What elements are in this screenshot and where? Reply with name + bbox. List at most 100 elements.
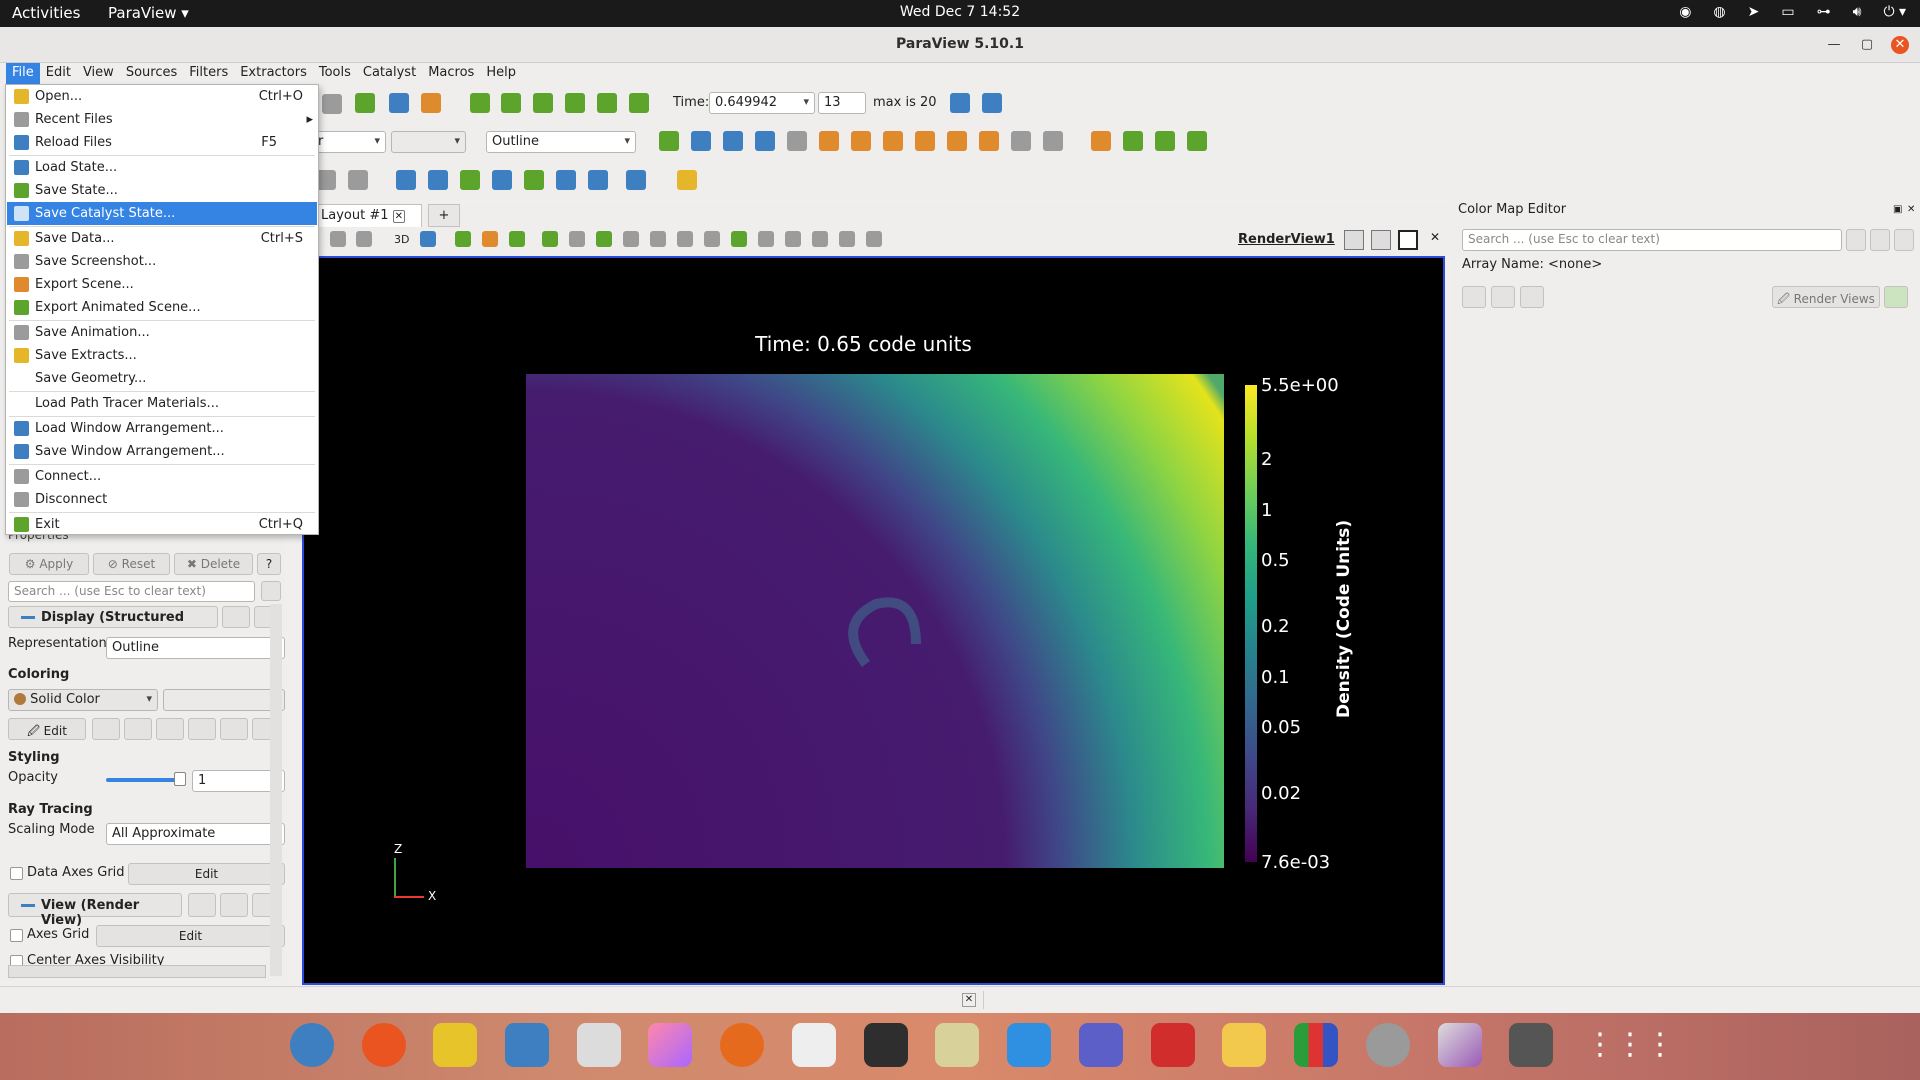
menu-item-save-state[interactable]: Save State...	[7, 179, 317, 202]
toggle-3d-button[interactable]: 3D	[394, 233, 409, 246]
coloring-combo[interactable]: Solid Color	[8, 689, 158, 711]
document-viewer-icon[interactable]	[792, 1023, 836, 1067]
remote-desktop-icon[interactable]	[1438, 1023, 1482, 1067]
copy-icon[interactable]	[188, 893, 216, 917]
settings-icon[interactable]	[1366, 1023, 1410, 1067]
maximize-button[interactable]: ▢	[1858, 36, 1876, 54]
rescale-icon[interactable]	[1491, 286, 1515, 308]
rescale-custom-icon[interactable]	[124, 718, 152, 740]
select-cells-icon[interactable]	[482, 231, 498, 247]
component-combo[interactable]	[391, 131, 466, 153]
close-tab-icon[interactable]: ✕	[392, 210, 406, 223]
edit-colormap-button[interactable]: 🖉 Edit	[8, 718, 86, 740]
extract-selection-icon[interactable]	[731, 231, 747, 247]
set-view-minus-y-icon[interactable]	[915, 131, 935, 151]
gear-icon[interactable]	[1846, 229, 1866, 251]
split-horizontal-icon[interactable]	[1344, 230, 1364, 250]
close-progress-icon[interactable]: ✕	[962, 993, 976, 1007]
terminal-icon[interactable]	[864, 1023, 908, 1067]
help-icon[interactable]	[362, 1023, 406, 1067]
xmind-icon[interactable]	[1151, 1023, 1195, 1067]
color-by-combo[interactable]: r	[312, 131, 386, 153]
python-icon[interactable]	[626, 170, 646, 190]
menu-item-save-window-arrangement[interactable]: Save Window Arrangement...	[7, 440, 317, 463]
help-button[interactable]: ?	[257, 553, 281, 575]
restore-icon[interactable]	[1894, 229, 1914, 251]
rescale-visible-icon[interactable]	[156, 718, 184, 740]
apply-button[interactable]: ⚙ Apply	[9, 553, 89, 575]
chat-tray-icon[interactable]: ◍	[1713, 4, 1725, 20]
select-block-icon[interactable]	[569, 231, 585, 247]
menu-item-connect[interactable]: Connect...	[7, 465, 317, 488]
preset-icon[interactable]	[220, 718, 248, 740]
previous-frame-icon[interactable]	[501, 93, 521, 113]
menu-item-save-extracts[interactable]: Save Extracts...	[7, 344, 317, 367]
writer-icon[interactable]	[505, 1023, 549, 1067]
first-frame-icon[interactable]	[470, 93, 490, 113]
screenshot-tool-icon[interactable]	[1509, 1023, 1553, 1067]
vertical-scrollbar[interactable]	[270, 604, 282, 976]
stream-tracer-icon[interactable]	[524, 170, 544, 190]
data-axes-grid-checkbox[interactable]	[10, 867, 23, 880]
teams-icon[interactable]	[1079, 1023, 1123, 1067]
menu-file[interactable]: File	[6, 63, 40, 84]
screen-icon[interactable]: ▭	[1781, 4, 1794, 20]
gear-icon[interactable]	[261, 581, 281, 601]
last-frame-icon[interactable]	[597, 93, 617, 113]
find-data-icon[interactable]	[785, 231, 801, 247]
thunderbird-icon[interactable]	[290, 1023, 334, 1067]
minimize-button[interactable]: —	[1825, 36, 1843, 54]
plot-icon[interactable]	[396, 170, 416, 190]
select-points-icon[interactable]	[455, 231, 471, 247]
reset-center-icon[interactable]	[1155, 131, 1175, 151]
representation-combo[interactable]: Outline	[486, 131, 636, 153]
menu-item-reload-files[interactable]: Reload Files F5	[7, 131, 317, 154]
paste-icon[interactable]	[220, 893, 248, 917]
send-tray-icon[interactable]: ➤	[1748, 4, 1760, 20]
glyph-icon[interactable]	[492, 170, 512, 190]
histogram-icon[interactable]	[460, 170, 480, 190]
menu-sources[interactable]: Sources	[120, 63, 183, 84]
menu-item-save-geometry[interactable]: Save Geometry...	[7, 367, 317, 390]
menu-item-disconnect[interactable]: Disconnect	[7, 488, 317, 511]
menu-item-exit[interactable]: Exit Ctrl+Q	[7, 513, 317, 536]
coloring-component-combo[interactable]	[163, 689, 285, 711]
camera-zoom-icon[interactable]	[420, 231, 436, 247]
display-section-header[interactable]: Display (Structured	[8, 606, 218, 628]
reset-camera-icon[interactable]	[659, 131, 679, 151]
redo-icon[interactable]	[322, 94, 342, 114]
hover-points-icon[interactable]	[623, 231, 639, 247]
group-icon[interactable]	[588, 170, 608, 190]
close-view-icon[interactable]: ✕	[1425, 230, 1445, 250]
clock[interactable]: Wed Dec 7 14:52	[0, 4, 1920, 20]
paraview-icon[interactable]	[1294, 1023, 1338, 1067]
pick-center-icon[interactable]	[1123, 131, 1143, 151]
time-value-combo[interactable]: 0.649942	[709, 92, 815, 114]
zoom-to-data-icon[interactable]	[691, 131, 711, 151]
play-icon[interactable]	[533, 93, 553, 113]
plot-selection-icon[interactable]	[758, 231, 774, 247]
timestep-spinbox[interactable]: 13	[818, 92, 866, 114]
files-icon[interactable]	[935, 1023, 979, 1067]
grow-selection-icon[interactable]	[677, 231, 693, 247]
zoom-to-box-icon[interactable]	[723, 131, 743, 151]
menu-item-load-window-arrangement[interactable]: Load Window Arrangement...	[7, 417, 317, 440]
save-icon[interactable]	[1870, 229, 1890, 251]
menu-item-save-screenshot[interactable]: Save Screenshot...	[7, 250, 317, 273]
maximize-view-icon[interactable]	[1398, 230, 1418, 250]
tab-layout-1[interactable]: Layout #1 ✕	[314, 204, 422, 227]
menu-item-save-data[interactable]: Save Data... Ctrl+S	[7, 227, 317, 250]
volume-icon[interactable]: 🔊︎	[1853, 4, 1862, 20]
copy-icon[interactable]	[222, 606, 250, 628]
set-view-plus-z-icon[interactable]	[947, 131, 967, 151]
camera-undo-icon[interactable]	[330, 231, 346, 247]
menu-item-save-animation[interactable]: Save Animation...	[7, 321, 317, 344]
text-editor-icon[interactable]	[1222, 1023, 1266, 1067]
show-center-icon[interactable]	[1187, 131, 1207, 151]
contour-icon[interactable]	[348, 170, 368, 190]
menu-extractors[interactable]: Extractors	[234, 63, 313, 84]
rotate-plus-90-icon[interactable]	[1011, 131, 1031, 151]
clear-selection-icon[interactable]	[866, 231, 882, 247]
folder-icon[interactable]	[1520, 286, 1544, 308]
select-frustum-icon[interactable]	[509, 231, 525, 247]
